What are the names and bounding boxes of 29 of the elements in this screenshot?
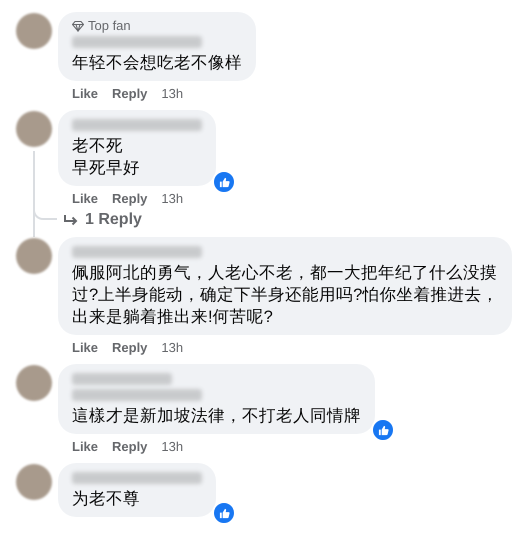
comment-text: 出来是躺着推出来!何苦呢?	[72, 307, 274, 328]
reply-link[interactable]: Reply	[112, 340, 148, 356]
like-link[interactable]: Like	[72, 340, 98, 356]
avatar[interactable]	[16, 365, 52, 401]
avatar[interactable]	[16, 238, 52, 274]
avatar[interactable]	[16, 464, 52, 500]
avatar[interactable]	[16, 13, 52, 49]
comment-text: 老不死	[72, 136, 124, 157]
comment-text: 过?上半身能动，确定下半身还能用吗?怕你坐着推进去，	[72, 285, 498, 306]
comment-text: 佩服阿北的勇气，人老心不老，都一大把年纪了什么没摸	[72, 263, 498, 284]
comment-text: 這樣才是新加坡法律，不打老人同情牌	[72, 406, 361, 427]
view-replies-link[interactable]: 1 Reply	[63, 211, 142, 229]
comment-text: 年轻不会想吃老不像样	[72, 53, 242, 74]
reply-arrow-icon	[63, 214, 79, 226]
reply-link[interactable]: Reply	[112, 86, 148, 102]
like-link[interactable]: Like	[72, 86, 98, 102]
comment-text: 早死早好	[72, 158, 141, 179]
like-link[interactable]: Like	[72, 191, 98, 207]
reply-link[interactable]: Reply	[112, 191, 148, 207]
timestamp: 13h	[161, 86, 184, 102]
gem-icon	[72, 20, 84, 32]
timestamp: 13h	[161, 340, 184, 356]
timestamp: 13h	[161, 439, 184, 455]
reply-link[interactable]: Reply	[112, 439, 148, 455]
timestamp: 13h	[161, 191, 184, 207]
like-link[interactable]: Like	[72, 439, 98, 455]
top-fan-label: Top fan	[72, 18, 242, 33]
comment-text: 为老不尊	[72, 489, 141, 510]
avatar[interactable]	[16, 111, 52, 147]
